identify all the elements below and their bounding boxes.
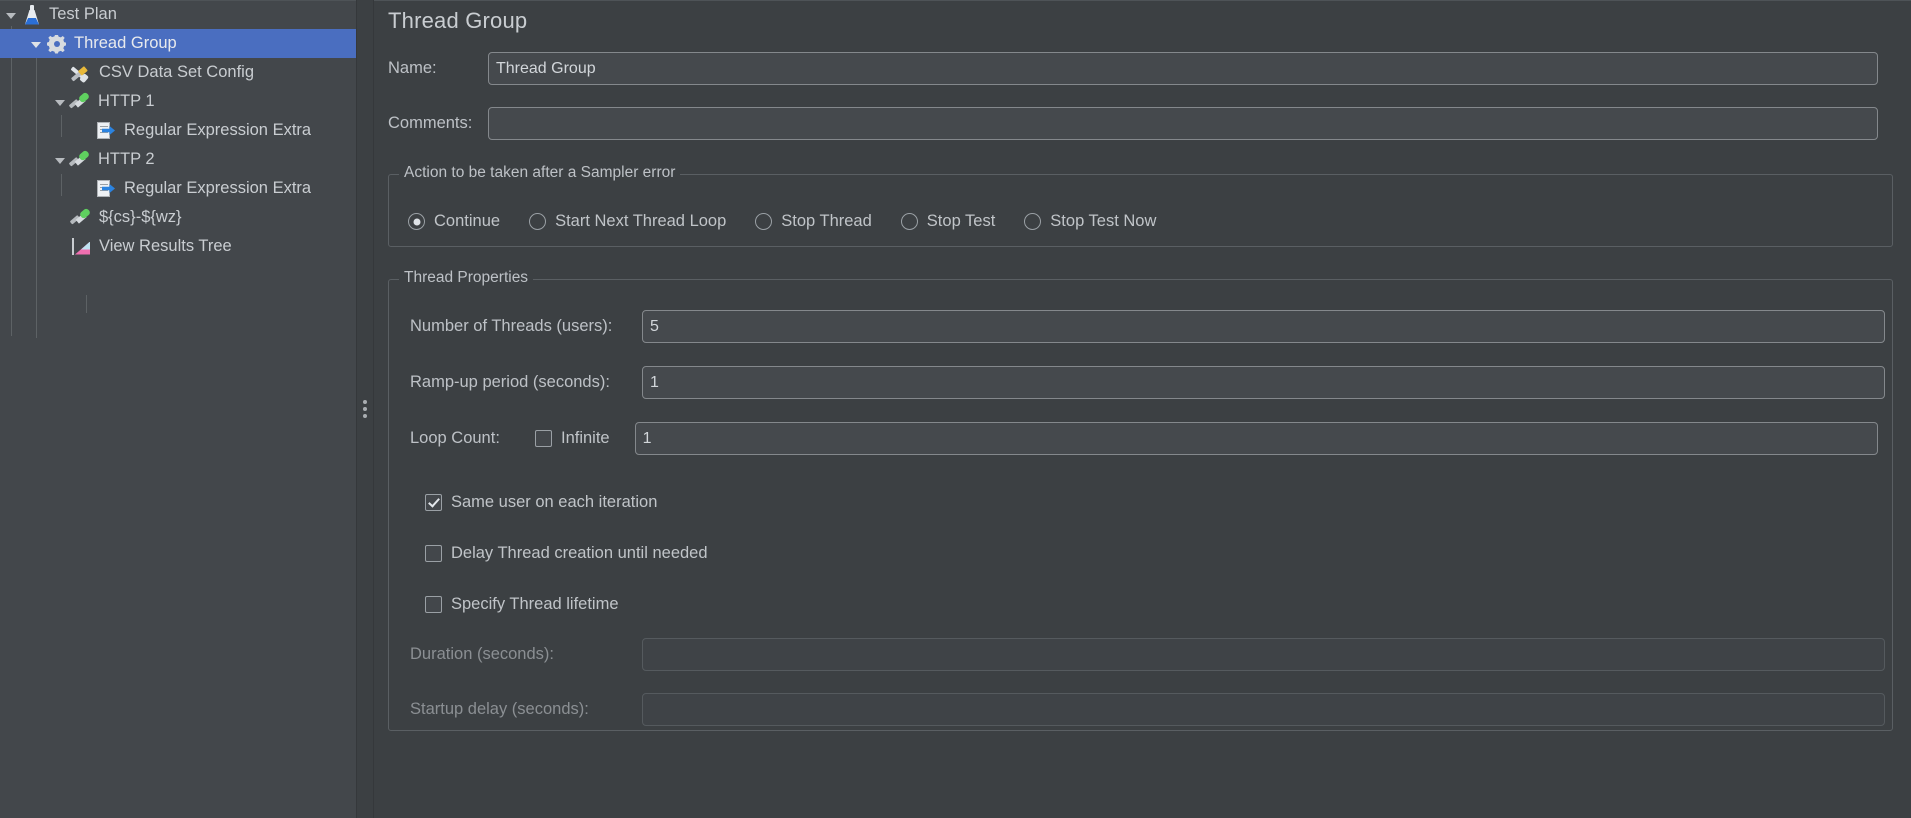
tree-item-regex-extractor[interactable]: Regular Expression Extra (0, 174, 356, 203)
checkbox-box-icon[interactable] (425, 545, 442, 562)
num-threads-input[interactable] (642, 310, 1885, 343)
sampler-error-radio-group[interactable]: Continue Start Next Thread Loop Stop Thr… (408, 212, 1185, 231)
flask-icon (19, 4, 43, 26)
startup-delay-row: Startup delay (seconds): (410, 693, 1885, 726)
startup-delay-label: Startup delay (seconds): (410, 700, 589, 718)
checkbox-box-icon[interactable] (425, 494, 442, 511)
loop-count-label: Loop Count: (410, 429, 500, 447)
radio-continue[interactable]: Continue (408, 212, 500, 231)
chevron-down-icon[interactable] (52, 152, 68, 168)
radio-label: Start Next Thread Loop (555, 212, 727, 230)
radio-stop-test[interactable]: Stop Test (900, 212, 996, 231)
regex-extractor-icon (94, 178, 118, 200)
radio-dot-icon[interactable] (755, 213, 773, 230)
regex-extractor-icon (94, 120, 118, 142)
startup-delay-input (642, 693, 1885, 726)
delay-thread-creation-checkbox[interactable]: Delay Thread creation until needed (425, 544, 708, 563)
tree-item-test-plan[interactable]: Test Plan (0, 0, 356, 29)
comments-label: Comments: (388, 114, 473, 132)
radio-label: Continue (434, 212, 501, 230)
chevron-down-icon[interactable] (52, 94, 68, 110)
tree-item-label: Regular Expression Extra (124, 179, 312, 197)
chevron-down-icon[interactable] (28, 36, 44, 52)
page-title: Thread Group (388, 8, 528, 33)
checkbox-box-icon[interactable] (535, 430, 552, 447)
tree-item-label: Regular Expression Extra (124, 121, 312, 139)
tree-item-http-1[interactable]: HTTP 1 (0, 87, 356, 116)
tree-item-label: Thread Group (74, 34, 177, 52)
name-input[interactable] (488, 52, 1878, 85)
duration-input (642, 638, 1885, 671)
tree-item-regex-extractor[interactable]: Regular Expression Extra (0, 116, 356, 145)
radio-start-next-thread-loop[interactable]: Start Next Thread Loop (529, 212, 726, 231)
pipette-icon (69, 207, 93, 229)
jmeter-thread-group-window: Test Plan Thread Group CSV Data Set Conf… (0, 0, 1911, 818)
content-top-edge (374, 0, 1911, 1)
tree-item-cs-wz-sampler[interactable]: ${cs}-${wz} (0, 203, 356, 232)
tree-item-label: Test Plan (49, 5, 117, 23)
thread-group-config-panel: Thread Group Name: Comments: Action to b… (374, 0, 1911, 818)
tree-item-label: View Results Tree (99, 237, 232, 255)
pipette-icon (68, 91, 92, 113)
radio-label: Stop Test (926, 212, 996, 230)
radio-dot-icon[interactable] (1024, 213, 1042, 230)
checkbox-label: Same user on each iteration (451, 493, 658, 511)
same-user-checkbox[interactable]: Same user on each iteration (425, 493, 657, 512)
radio-stop-thread[interactable]: Stop Thread (755, 212, 872, 231)
tree-guide-line (86, 295, 87, 313)
num-threads-row: Number of Threads (users): (410, 310, 1885, 343)
tree-item-view-results-tree[interactable]: View Results Tree (0, 232, 356, 261)
tree-item-thread-group[interactable]: Thread Group (0, 29, 356, 58)
view-results-tree-icon (69, 236, 93, 258)
radio-label: Stop Test Now (1050, 212, 1157, 230)
test-plan-tree-panel[interactable]: Test Plan Thread Group CSV Data Set Conf… (0, 0, 356, 818)
pipette-icon (68, 149, 92, 171)
radio-label: Stop Thread (781, 212, 872, 230)
panel-splitter[interactable] (356, 0, 374, 818)
radio-dot-icon[interactable] (529, 213, 547, 230)
specify-thread-lifetime-checkbox[interactable]: Specify Thread lifetime (425, 595, 619, 614)
loop-count-input[interactable] (634, 422, 1878, 455)
ramp-up-input[interactable] (642, 366, 1885, 399)
tools-icon (69, 62, 93, 84)
name-row: Name: (388, 52, 1893, 85)
duration-row: Duration (seconds): (410, 638, 1885, 671)
radio-dot-icon[interactable] (900, 213, 918, 230)
radio-stop-test-now[interactable]: Stop Test Now (1024, 212, 1156, 231)
ramp-up-label: Ramp-up period (seconds): (410, 373, 610, 391)
radio-dot-icon[interactable] (408, 213, 425, 230)
name-label: Name: (388, 59, 437, 77)
checkbox-label: Specify Thread lifetime (451, 595, 619, 613)
sampler-error-legend: Action to be taken after a Sampler error (399, 164, 681, 182)
checkbox-label: Delay Thread creation until needed (451, 544, 708, 562)
loop-infinite-checkbox[interactable]: Infinite (535, 429, 610, 448)
tree-item-csv-data-set-config[interactable]: CSV Data Set Config (0, 58, 356, 87)
ramp-up-row: Ramp-up period (seconds): (410, 366, 1885, 399)
tree-item-label: HTTP 1 (98, 92, 155, 110)
tree-item-http-2[interactable]: HTTP 2 (0, 145, 356, 174)
num-threads-label: Number of Threads (users): (410, 317, 613, 335)
checkbox-box-icon[interactable] (425, 596, 442, 613)
tree-item-label: CSV Data Set Config (99, 63, 254, 81)
duration-label: Duration (seconds): (410, 645, 554, 663)
tree-item-label: ${cs}-${wz} (99, 208, 182, 226)
loop-count-row: Loop Count: Infinite (410, 422, 1878, 455)
comments-row: Comments: (388, 107, 1893, 140)
tree-item-label: HTTP 2 (98, 150, 155, 168)
comments-input[interactable] (488, 107, 1878, 140)
checkbox-label: Infinite (561, 429, 610, 447)
sampler-error-group: Action to be taken after a Sampler error (388, 164, 1893, 247)
splitter-grip-icon[interactable] (363, 400, 367, 418)
thread-properties-legend: Thread Properties (399, 269, 534, 287)
gear-icon (44, 33, 68, 55)
chevron-down-icon[interactable] (3, 7, 19, 23)
